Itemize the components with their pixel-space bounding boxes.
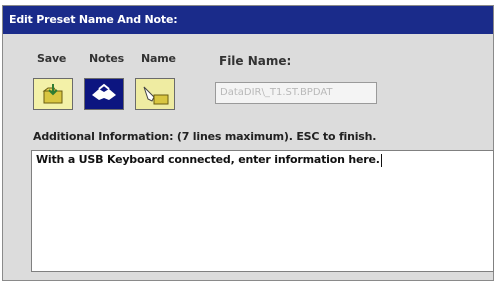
dialog-title: Edit Preset Name And Note:: [3, 6, 493, 34]
save-button[interactable]: [33, 78, 73, 110]
name-label: Name: [141, 52, 176, 65]
notes-label: Notes: [89, 52, 125, 65]
name-button[interactable]: [135, 78, 175, 110]
additional-info-textarea[interactable]: With a USB Keyboard connected, enter inf…: [31, 150, 494, 272]
name-edit-icon: [143, 86, 169, 105]
text-cursor: [380, 153, 382, 167]
edit-preset-dialog: Edit Preset Name And Note: Save Notes Na…: [2, 5, 494, 281]
file-name-label: File Name:: [219, 54, 292, 68]
save-folder-icon: [42, 84, 63, 104]
file-name-field[interactable]: DataDIR\_T1.ST.BPDAT: [215, 82, 377, 104]
save-label: Save: [37, 52, 67, 65]
notes-hands-icon: [92, 83, 116, 100]
additional-info-label: Additional Information: (7 lines maximum…: [33, 130, 377, 143]
notes-button[interactable]: [84, 78, 124, 110]
additional-info-text: With a USB Keyboard connected, enter inf…: [36, 153, 380, 166]
